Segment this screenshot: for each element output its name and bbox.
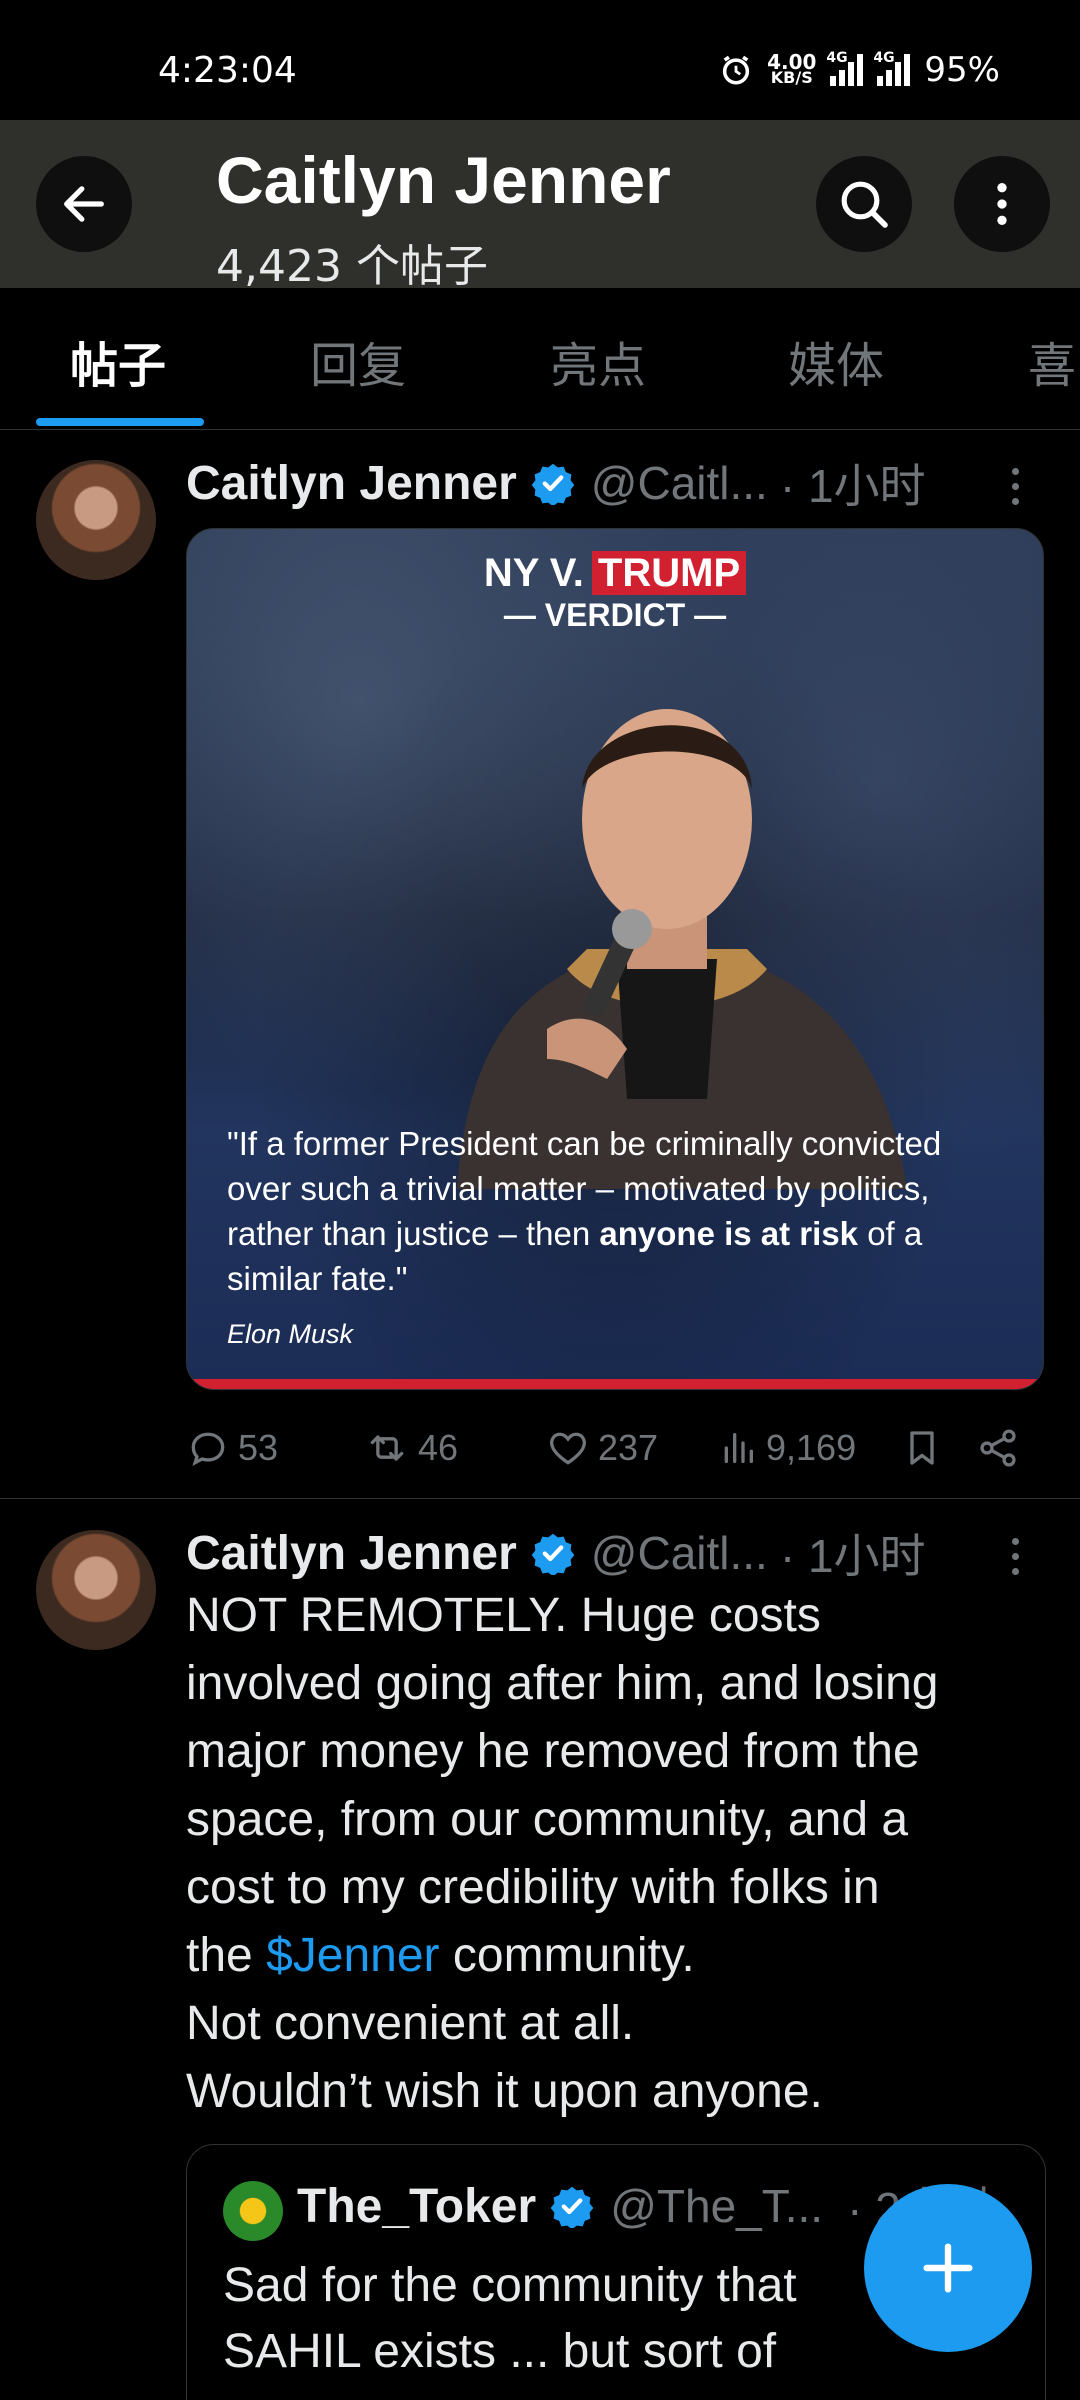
image-bottom-stripe (187, 1379, 1043, 1389)
quoted-text-line: SAHIL exists ... but sort of (223, 2325, 777, 2378)
verified-badge-icon (531, 1533, 575, 1575)
image-quote: "If a former President can be criminally… (227, 1121, 987, 1301)
signal-2-icon: 4G (873, 50, 911, 86)
battery-level: 95% (924, 50, 1000, 90)
signal-1-icon: 4G (826, 50, 864, 86)
search-icon (841, 181, 888, 228)
tab-replies[interactable]: 回复 (310, 326, 406, 396)
network-speed-unit: KB/S (770, 68, 813, 87)
post-divider (0, 1498, 1080, 1499)
post-count: 4,423 个帖子 (216, 241, 488, 288)
status-icons: 4.00 KB/S 4G 4G 95% (719, 50, 1000, 90)
quote-line-3a: rather than justice – then (227, 1215, 600, 1252)
profile-header: Caitlyn Jenner 4,423 个帖子 (0, 120, 1080, 288)
reply-count: 53 (238, 1427, 279, 1468)
cashtag-link[interactable]: $Jenner (266, 1929, 439, 1982)
post-header: Caitlyn Jenner @Caitl... · 1小时 (186, 450, 926, 516)
quoted-post-text: Sad for the community that SAHIL exists … (223, 2253, 797, 2385)
verified-badge-icon (550, 2186, 594, 2228)
more-vertical-icon (997, 183, 1007, 225)
reply-button[interactable]: 53 (186, 1426, 278, 1470)
quote-line-4: similar fate." (227, 1260, 408, 1297)
status-bar: 4:23:04 4.00 KB/S 4G 4G 95% (0, 0, 1080, 120)
view-count: 9,169 (766, 1427, 857, 1468)
quote-author: Elon Musk (227, 1319, 354, 1349)
post-header: Caitlyn Jenner @Caitl... · 1小时 (186, 1520, 926, 1586)
more-options-button[interactable] (954, 156, 1050, 252)
plus-icon (923, 2243, 973, 2293)
tab-likes[interactable]: 喜 (1028, 326, 1076, 396)
quoted-text-line: Sad for the community that (223, 2259, 797, 2312)
avatar[interactable] (36, 460, 156, 580)
profile-tabs: 帖子 回复 亮点 媒体 喜 (0, 288, 1080, 430)
post-text-line: NOT REMOTELY. Huge costs (186, 1589, 821, 1642)
tab-posts[interactable]: 帖子 (70, 326, 166, 396)
post-text-line: Wouldn’t wish it upon anyone. (186, 2065, 823, 2118)
bookmark-button[interactable] (902, 1426, 942, 1470)
repost-icon (370, 1435, 404, 1461)
compose-button[interactable] (864, 2184, 1032, 2352)
post-text: NOT REMOTELY. Huge costs involved going … (186, 1582, 1046, 2126)
post-text-line: space, from our community, and a (186, 1793, 909, 1846)
image-banner: NY V. TRUMP (187, 551, 1043, 596)
views-chart-icon (724, 1433, 753, 1463)
search-button[interactable] (816, 156, 912, 252)
avatar[interactable] (36, 1530, 156, 1650)
author-name[interactable]: Caitlyn Jenner (186, 456, 517, 511)
post-text-line: major money he removed from the (186, 1725, 920, 1778)
post-time: · 1小时 (779, 460, 926, 512)
back-button[interactable] (36, 156, 132, 252)
quote-line-3b: anyone is at risk (599, 1215, 859, 1252)
verified-badge-icon (531, 463, 575, 505)
like-count: 237 (598, 1427, 659, 1468)
post-more-icon[interactable] (1012, 468, 1019, 505)
quote-line-3c: of a (858, 1215, 923, 1252)
quote-line-1: "If a former President can be criminally… (227, 1125, 942, 1162)
share-button[interactable] (976, 1426, 1020, 1470)
author-handle[interactable]: @Caitl... (591, 456, 768, 510)
post-text-part: community. (439, 1929, 695, 1982)
views-button[interactable]: 9,169 (718, 1426, 856, 1470)
quoted-author-handle: @The_T... (610, 2180, 824, 2232)
bookmark-icon (910, 1431, 934, 1465)
heart-icon (550, 1432, 586, 1465)
banner-right: TRUMP (591, 551, 747, 595)
author-name[interactable]: Caitlyn Jenner (186, 1526, 517, 1581)
post-image[interactable]: NY V. TRUMP — VERDICT — "If a former Pres… (186, 528, 1044, 1390)
author-handle[interactable]: @Caitl... (591, 1526, 768, 1580)
alarm-icon (722, 55, 750, 85)
quote-line-2: over such a trivial matter – motivated b… (227, 1170, 930, 1207)
post-more-icon[interactable] (1012, 1538, 1019, 1575)
repost-button[interactable]: 46 (364, 1426, 458, 1470)
tab-media[interactable]: 媒体 (788, 326, 884, 396)
share-icon (980, 1429, 1016, 1467)
reply-icon (191, 1432, 225, 1467)
post-text-line: Not convenient at all. (186, 1997, 635, 2050)
post-actions: 53 46 237 9,169 (186, 1420, 1046, 1476)
post-text-part: the (186, 1929, 267, 1982)
post-text-line: cost to my credibility with folks in (186, 1861, 880, 1914)
network-speed: 4.00 KB/S (767, 52, 816, 87)
tab-highlights[interactable]: 亮点 (550, 326, 646, 396)
quote-line-3: rather than justice – then anyone is at … (227, 1211, 987, 1256)
quoted-avatar (223, 2181, 283, 2241)
arrow-left-icon (64, 186, 104, 222)
like-button[interactable]: 237 (546, 1426, 658, 1470)
status-time: 4:23:04 (158, 50, 297, 91)
banner-left: NY V. (483, 551, 584, 595)
repost-count: 46 (418, 1427, 459, 1468)
quoted-author-name: The_Toker (297, 2179, 537, 2233)
active-tab-indicator (36, 418, 204, 426)
post-time: · 1小时 (779, 1530, 926, 1582)
speaker-photo (457, 709, 907, 1189)
page-title: Caitlyn Jenner (216, 143, 671, 217)
post-text-line-with-link: the $Jenner community. (186, 1922, 1046, 1990)
post-text-line: involved going after him, and losing (186, 1657, 939, 1710)
